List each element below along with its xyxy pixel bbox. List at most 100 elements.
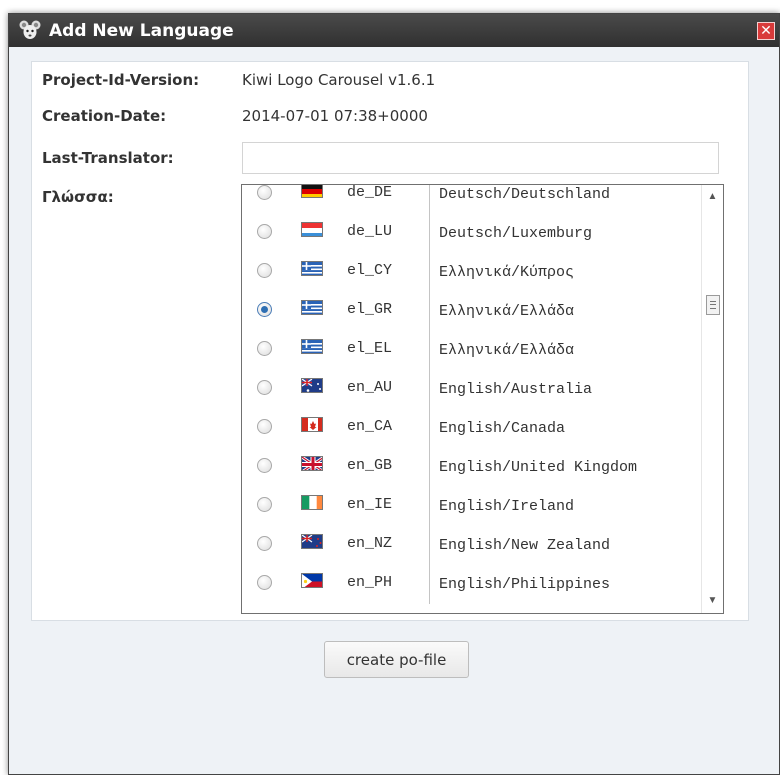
radio-cell xyxy=(242,185,287,200)
radio-cell xyxy=(242,292,287,317)
language-radio[interactable] xyxy=(257,263,272,278)
flag-cell xyxy=(287,448,337,471)
language-option-row[interactable]: el_GR Ελληνικά/Ελλάδα xyxy=(242,292,702,331)
language-option-row[interactable]: en_CA English/Canada xyxy=(242,409,702,448)
rat-logo-icon xyxy=(19,20,41,39)
arrow-down-icon: ▼ xyxy=(707,595,718,606)
dialog-titlebar[interactable]: Add New Language ✕ xyxy=(9,14,779,47)
listbox-scrollbar[interactable]: ▲ ▼ xyxy=(701,185,723,613)
flag-cell xyxy=(287,526,337,549)
dialog-title: Add New Language xyxy=(49,21,234,41)
language-option-row[interactable]: en_GB English/United Kingdom xyxy=(242,448,702,487)
language-option-row[interactable]: en_AU English/Australia xyxy=(242,370,702,409)
greece-flag-icon xyxy=(301,300,323,315)
language-name: Ελληνικά/Ελλάδα xyxy=(429,331,702,370)
language-name: Deutsch/Luxemburg xyxy=(429,214,702,253)
scroll-up-button[interactable]: ▲ xyxy=(702,187,723,207)
language-name: English/Philippines xyxy=(429,565,702,604)
language-radio[interactable] xyxy=(257,419,272,434)
project-id-value: Kiwi Logo Carousel v1.6.1 xyxy=(242,71,436,89)
creation-date-label: Creation-Date: xyxy=(42,107,167,125)
close-icon: ✕ xyxy=(760,22,772,38)
language-radio[interactable] xyxy=(257,458,272,473)
create-po-file-button[interactable]: create po-file xyxy=(324,641,469,678)
language-list: de_DE Deutsch/Deutschland de_LU Deutsch/Lux… xyxy=(242,184,702,604)
scroll-down-button[interactable]: ▼ xyxy=(702,591,723,611)
language-name: Deutsch/Deutschland xyxy=(429,185,702,214)
flag-cell xyxy=(287,565,337,588)
australia-flag-icon xyxy=(301,378,323,393)
language-option-row[interactable]: de_LU Deutsch/Luxemburg xyxy=(242,214,702,253)
language-name: English/Australia xyxy=(429,370,702,409)
language-name: English/New Zealand xyxy=(429,526,702,565)
language-code: en_GB xyxy=(347,457,393,474)
language-radio[interactable] xyxy=(257,536,272,551)
language-code: en_IE xyxy=(347,496,393,513)
scroll-thumb[interactable] xyxy=(706,295,720,315)
new-zealand-flag-icon xyxy=(301,534,323,549)
radio-cell xyxy=(242,370,287,395)
radio-cell xyxy=(242,448,287,473)
flag-cell xyxy=(287,487,337,510)
uk-flag-icon xyxy=(301,456,323,471)
close-button[interactable]: ✕ xyxy=(757,22,775,40)
luxembourg-flag-icon xyxy=(301,222,323,237)
flag-cell xyxy=(287,370,337,393)
flag-cell xyxy=(287,214,337,237)
radio-cell xyxy=(242,409,287,434)
language-code: de_LU xyxy=(347,223,393,240)
language-code: el_CY xyxy=(347,262,393,279)
germany-flag-icon xyxy=(301,185,323,198)
language-option-row[interactable]: en_PH English/Philippines xyxy=(242,565,702,604)
language-name: English/Ireland xyxy=(429,487,702,526)
language-radio[interactable] xyxy=(257,575,272,590)
philippines-flag-icon xyxy=(301,573,323,588)
language-name: English/United Kingdom xyxy=(429,448,702,487)
language-code: el_EL xyxy=(347,340,393,357)
add-language-dialog: Add New Language ✕ Project-Id-Version: K… xyxy=(8,13,780,775)
creation-date-value: 2014-07-01 07:38+0000 xyxy=(242,107,428,125)
radio-cell xyxy=(242,526,287,551)
language-label: Γλώσσα: xyxy=(42,188,114,206)
form-panel: Project-Id-Version: Kiwi Logo Carousel v… xyxy=(31,61,749,621)
ireland-flag-icon xyxy=(301,495,323,510)
language-listbox[interactable]: de_DE Deutsch/Deutschland de_LU Deutsch/Lux… xyxy=(241,184,724,614)
language-option-row[interactable]: el_EL Ελληνικά/Ελλάδα xyxy=(242,331,702,370)
arrow-up-icon: ▲ xyxy=(707,191,718,202)
flag-cell xyxy=(287,331,337,354)
language-option-row[interactable]: en_IE English/Ireland xyxy=(242,487,702,526)
canada-flag-icon xyxy=(301,417,323,432)
language-radio[interactable] xyxy=(257,224,272,239)
last-translator-label: Last-Translator: xyxy=(42,149,174,167)
language-radio[interactable] xyxy=(257,497,272,512)
language-radio[interactable] xyxy=(257,341,272,356)
radio-cell xyxy=(242,331,287,356)
language-code: de_DE xyxy=(347,184,393,201)
language-code: en_NZ xyxy=(347,535,393,552)
radio-cell xyxy=(242,253,287,278)
radio-cell xyxy=(242,565,287,590)
radio-cell xyxy=(242,214,287,239)
language-code: en_PH xyxy=(347,574,393,591)
flag-cell xyxy=(287,253,337,276)
language-option-row[interactable]: en_NZ English/New Zealand xyxy=(242,526,702,565)
language-option-row[interactable]: el_CY Ελληνικά/Κύπρος xyxy=(242,253,702,292)
radio-cell xyxy=(242,487,287,512)
language-name: Ελληνικά/Κύπρος xyxy=(429,253,702,292)
language-code: el_GR xyxy=(347,301,393,318)
language-radio[interactable] xyxy=(257,380,272,395)
language-code: en_AU xyxy=(347,379,393,396)
language-option-row[interactable]: de_DE Deutsch/Deutschland xyxy=(242,184,702,214)
project-id-label: Project-Id-Version: xyxy=(42,71,200,89)
flag-cell xyxy=(287,292,337,315)
language-code: en_CA xyxy=(347,418,393,435)
flag-cell xyxy=(287,185,337,198)
language-radio[interactable] xyxy=(257,302,272,317)
greece-flag-icon xyxy=(301,261,323,276)
language-radio[interactable] xyxy=(257,185,272,200)
flag-cell xyxy=(287,409,337,432)
language-name: Ελληνικά/Ελλάδα xyxy=(429,292,702,331)
language-name: English/Canada xyxy=(429,409,702,448)
greece-flag-icon xyxy=(301,339,323,354)
last-translator-input[interactable] xyxy=(242,142,719,174)
